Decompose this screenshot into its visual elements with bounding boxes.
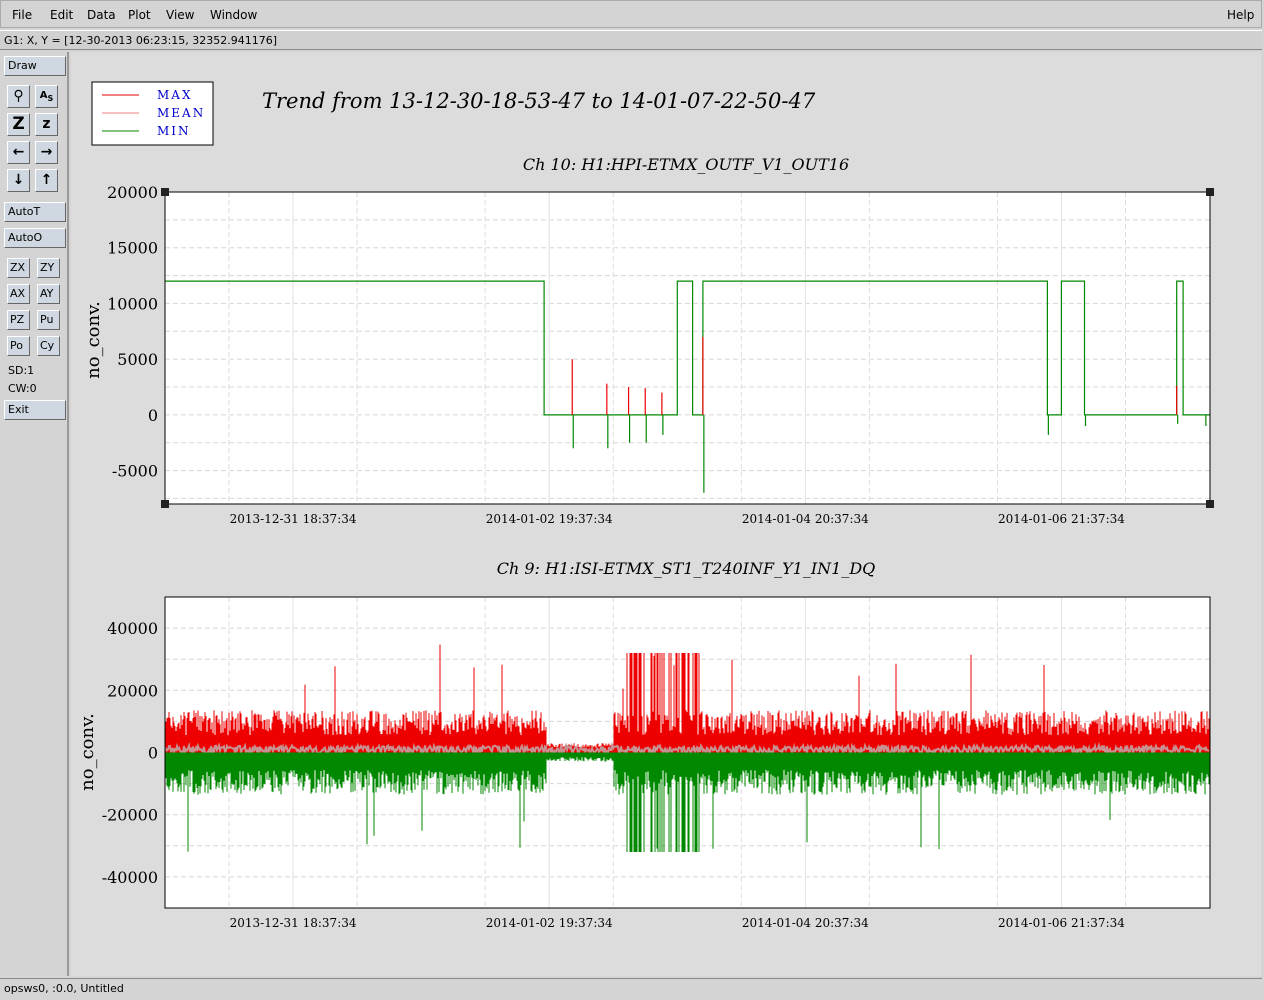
chart1-resize-handle <box>1206 188 1214 196</box>
menu-data[interactable]: Data <box>87 8 116 22</box>
legend-min-label: MIN <box>157 124 191 138</box>
menu-bar: File Edit Data Plot View Window Help <box>0 0 1262 28</box>
plot-svg[interactable]: MAX MEAN MIN Trend from 13-12-30-18-53-4… <box>71 52 1261 976</box>
chart2-title: Ch 9: H1:ISI-ETMX_ST1_T240INF_Y1_IN1_DQ <box>497 559 876 578</box>
chart2-ytick-label: 20000 <box>107 681 158 700</box>
chart1-ylabel: no_conv. <box>83 301 104 379</box>
plot-title: Trend from 13-12-30-18-53-47 to 14-01-07… <box>262 89 816 113</box>
chart2-ytick-label: -20000 <box>102 806 158 825</box>
chart1-resize-handle <box>1206 500 1214 508</box>
draw-button[interactable]: Draw <box>4 56 66 76</box>
chart1-ytick-label: 15000 <box>107 239 158 258</box>
zy-button[interactable]: ZY <box>37 258 60 278</box>
status-bar: opsws0, :0.0, Untitled <box>0 978 1262 998</box>
arrow-down-icon[interactable]: ↓ <box>7 169 30 192</box>
chart2-ytick-label: 0 <box>148 744 158 763</box>
autot-button[interactable]: AutoT <box>4 202 66 222</box>
chart1-plot-area <box>165 192 1210 504</box>
zoom-tool-icon[interactable]: ⚲ <box>7 85 30 108</box>
menu-edit[interactable]: Edit <box>50 8 73 22</box>
exit-button[interactable]: Exit <box>4 400 66 420</box>
chart2-ytick-label: 40000 <box>107 619 158 638</box>
autoo-button[interactable]: AutoO <box>4 228 66 248</box>
arrow-up-icon[interactable]: ↑ <box>35 169 58 192</box>
po-button[interactable]: Po <box>7 336 30 356</box>
menu-window[interactable]: Window <box>210 8 257 22</box>
menu-file[interactable]: File <box>12 8 32 22</box>
chart1-xtick-label: 2013-12-31 18:37:34 <box>230 512 357 526</box>
zx-button[interactable]: ZX <box>7 258 30 278</box>
arrow-left-icon[interactable]: ← <box>7 141 30 164</box>
plot-canvas[interactable]: MAX MEAN MIN Trend from 13-12-30-18-53-4… <box>71 52 1261 976</box>
chart2[interactable]: 2013-12-31 18:37:34 2014-01-02 19:37:34 20… <box>102 596 1211 930</box>
zoom-z-icon[interactable]: z <box>35 113 58 136</box>
chart1-ytick-label: 0 <box>148 406 158 425</box>
chart1-ytick-label: -5000 <box>112 462 158 481</box>
pu-button[interactable]: Pu <box>37 310 60 330</box>
chart1-ytick-label: 10000 <box>107 294 158 313</box>
zoom-y-icon[interactable]: Z <box>7 113 30 136</box>
status-text: opsws0, :0.0, Untitled <box>4 982 124 995</box>
legend-max-label: MAX <box>157 88 193 102</box>
chart1-xtick-label: 2014-01-02 19:37:34 <box>486 512 613 526</box>
chart1-resize-handle <box>161 188 169 196</box>
menu-plot[interactable]: Plot <box>128 8 151 22</box>
menu-help[interactable]: Help <box>1227 8 1254 22</box>
chart1-xtick-label: 2014-01-06 21:37:34 <box>998 512 1125 526</box>
chart1[interactable]: 2013-12-31 18:37:34 2014-01-02 19:37:34 20… <box>107 183 1214 526</box>
chart2-ytick-label: -40000 <box>102 868 158 887</box>
tool-panel: Draw ⚲ AS Z z ← → ↓ ↑ AutoT AutoO ZX ZY … <box>0 52 69 976</box>
arrow-right-icon[interactable]: → <box>35 141 58 164</box>
chart2-xtick-label: 2014-01-02 19:37:34 <box>486 916 613 930</box>
ax-button[interactable]: AX <box>7 284 30 304</box>
legend: MAX MEAN MIN <box>91 81 214 146</box>
chart1-xtick-label: 2014-01-04 20:37:34 <box>742 512 869 526</box>
cw-indicator: CW:0 <box>8 382 37 395</box>
text-tool-icon[interactable]: AS <box>35 85 58 108</box>
chart1-ytick-label: 5000 <box>117 350 158 369</box>
sd-indicator: SD:1 <box>8 364 35 377</box>
coordinate-readout-bar: G1: X, Y = [12-30-2013 06:23:15, 32352.9… <box>0 30 1262 50</box>
chart1-title: Ch 10: H1:HPI-ETMX_OUTF_V1_OUT16 <box>523 155 849 174</box>
chart2-xtick-label: 2014-01-06 21:37:34 <box>998 916 1125 930</box>
coordinate-readout: G1: X, Y = [12-30-2013 06:23:15, 32352.9… <box>4 34 278 47</box>
ay-button[interactable]: AY <box>37 284 60 304</box>
chart1-ytick-label: 20000 <box>107 183 158 202</box>
pz-button[interactable]: PZ <box>7 310 30 330</box>
legend-mean-label: MEAN <box>157 106 205 120</box>
chart2-xtick-label: 2013-12-31 18:37:34 <box>230 916 357 930</box>
chart2-xtick-label: 2014-01-04 20:37:34 <box>742 916 869 930</box>
menu-view[interactable]: View <box>166 8 194 22</box>
chart1-resize-handle <box>161 500 169 508</box>
chart2-ylabel: no_conv. <box>77 713 98 791</box>
cy-button[interactable]: Cy <box>37 336 60 356</box>
